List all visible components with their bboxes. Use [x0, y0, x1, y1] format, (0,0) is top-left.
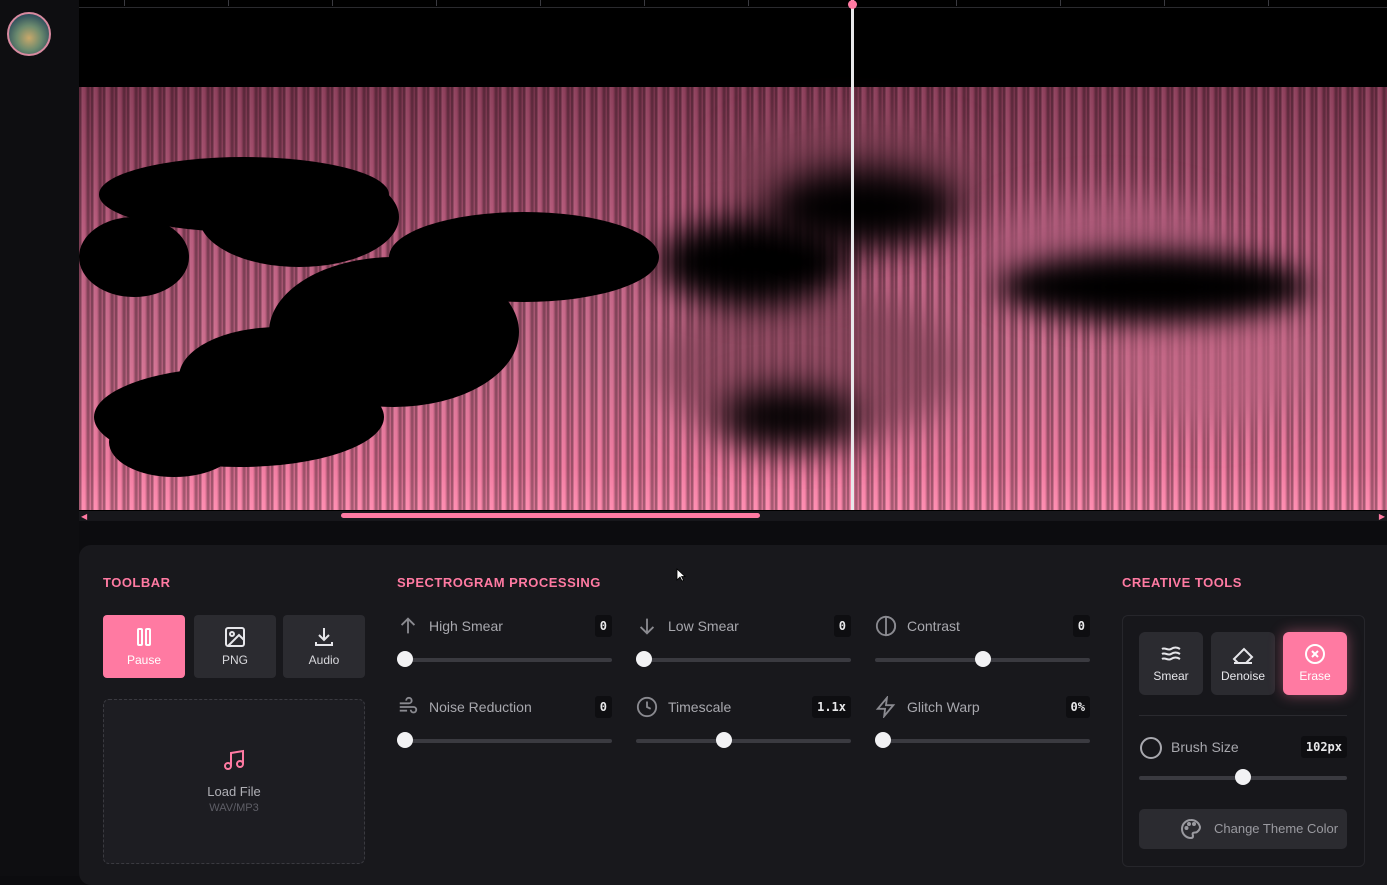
pause-icon: [137, 628, 151, 646]
change-theme-color-button[interactable]: Change Theme Color: [1139, 809, 1347, 849]
mouse-cursor-icon: [676, 568, 686, 582]
slider-label: Contrast: [907, 618, 960, 634]
change-theme-label: Change Theme Color: [1214, 821, 1339, 836]
slider-timescale: Timescale 1.1x: [636, 696, 851, 756]
slider-track[interactable]: [636, 739, 851, 743]
brush-size-value: 102px: [1300, 736, 1347, 758]
slider-value: 0: [833, 615, 851, 637]
slider-value: 0: [594, 696, 612, 718]
slider-low-smear: Low Smear 0: [636, 615, 851, 675]
spectrogram-canvas[interactable]: ◀ ▶: [79, 0, 1387, 521]
close-circle-icon: [1305, 644, 1325, 664]
wind-icon: [399, 696, 418, 714]
timeline-ruler: [79, 0, 1387, 8]
slider-label: Timescale: [668, 699, 732, 715]
contrast-icon: [875, 615, 897, 637]
left-rail: [0, 0, 79, 876]
slider-track[interactable]: [636, 658, 851, 662]
clock-icon: [636, 696, 658, 718]
slider-thumb[interactable]: [974, 651, 991, 667]
scroll-left-icon[interactable]: ◀: [81, 512, 87, 521]
playhead-handle[interactable]: [848, 0, 857, 9]
slider-track[interactable]: [397, 739, 612, 743]
load-file-hint: WAV/MP3: [209, 802, 259, 814]
avatar[interactable]: [7, 12, 51, 56]
arrow-down-icon: [639, 618, 655, 635]
creative-tools-box: Smear Denoise Erase Brush Size 102px Cha…: [1122, 615, 1365, 867]
slider-thumb[interactable]: [715, 732, 732, 748]
creative-title: CREATIVE TOOLS: [1122, 575, 1242, 590]
audio-label: Audio: [308, 653, 340, 667]
denoise-label: Denoise: [1220, 669, 1266, 683]
pause-button[interactable]: Pause: [103, 615, 185, 678]
playhead[interactable]: [851, 0, 854, 510]
slider-high-smear: High Smear 0: [397, 615, 612, 675]
slider-value: 1.1x: [812, 696, 851, 718]
slider-thumb[interactable]: [636, 651, 652, 667]
slider-track[interactable]: [875, 739, 1090, 743]
smear-tool-button[interactable]: Smear: [1139, 632, 1203, 695]
denoise-tool-button[interactable]: Denoise: [1211, 632, 1275, 695]
slider-thumb[interactable]: [397, 651, 413, 667]
export-png-button[interactable]: PNG: [194, 615, 276, 678]
scroll-right-icon[interactable]: ▶: [1379, 512, 1385, 521]
slider-value: 0%: [1065, 696, 1090, 718]
toolbar-title: TOOLBAR: [103, 575, 171, 590]
slider-value: 0: [1072, 615, 1090, 637]
control-panel: TOOLBAR Pause PNG Audio Load File WAV/MP…: [79, 545, 1387, 885]
load-file-dropzone[interactable]: Load File WAV/MP3: [103, 699, 365, 864]
slider-thumb[interactable]: [875, 732, 891, 748]
slider-label: Low Smear: [668, 618, 739, 634]
divider: [1139, 715, 1347, 716]
arrow-up-icon: [400, 617, 416, 634]
erase-tool-button[interactable]: Erase: [1283, 632, 1347, 695]
export-audio-button[interactable]: Audio: [283, 615, 365, 678]
slider-label: Noise Reduction: [429, 699, 532, 715]
timeline-scroll-thumb[interactable]: [341, 513, 760, 518]
png-label: PNG: [221, 653, 248, 667]
brush-size-label: Brush Size: [1171, 739, 1239, 755]
processing-title: SPECTROGRAM PROCESSING: [397, 575, 601, 590]
brush-size-control: Brush Size 102px: [1139, 736, 1347, 796]
slider-glitch-warp: Glitch Warp 0%: [875, 696, 1090, 756]
timeline-scrollbar[interactable]: ◀ ▶: [79, 511, 1387, 521]
pause-label: Pause: [126, 653, 162, 667]
slider-noise-reduction: Noise Reduction 0: [397, 696, 612, 756]
palette-icon: [1181, 818, 1202, 840]
image-icon: [225, 627, 245, 647]
slider-track[interactable]: [397, 658, 612, 662]
music-note-icon: [224, 749, 244, 770]
zap-icon: [875, 696, 896, 718]
brush-size-thumb[interactable]: [1235, 769, 1251, 785]
circle-icon: [1140, 737, 1162, 759]
slider-label: High Smear: [429, 618, 503, 634]
slider-value: 0: [594, 615, 612, 637]
slider-label: Glitch Warp: [907, 699, 980, 715]
slider-contrast: Contrast 0: [875, 615, 1090, 675]
smear-label: Smear: [1153, 669, 1189, 683]
waves-icon: [1161, 646, 1181, 661]
download-icon: [315, 628, 333, 646]
slider-thumb[interactable]: [397, 732, 413, 748]
eraser-icon: [1232, 647, 1254, 664]
spectrogram-image: [79, 87, 1387, 510]
load-file-label: Load File: [207, 784, 261, 799]
erase-label: Erase: [1299, 669, 1331, 683]
